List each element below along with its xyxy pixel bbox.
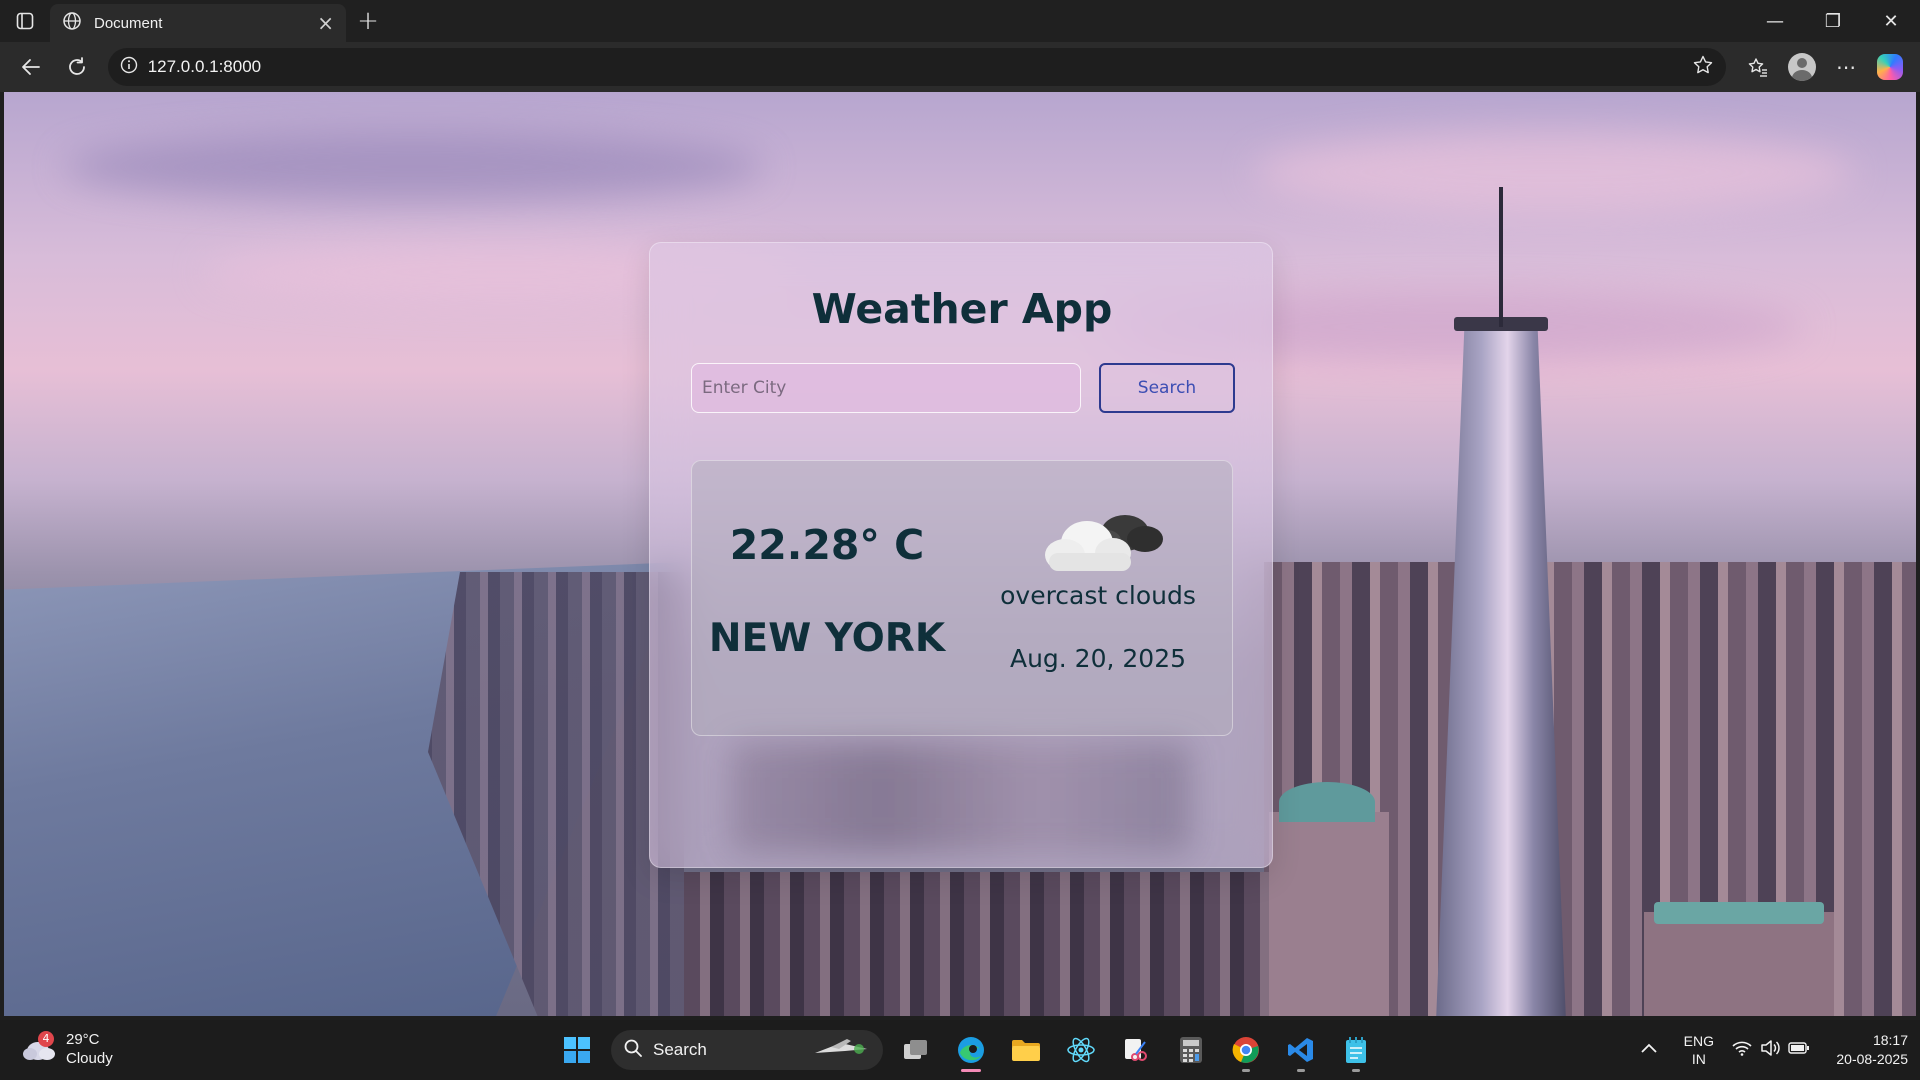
background-roof <box>1654 902 1824 924</box>
task-view-icon[interactable] <box>891 1028 941 1072</box>
tab-title: Document <box>94 14 163 32</box>
background-building <box>1644 912 1834 1016</box>
background-blur-reflection <box>730 743 1190 853</box>
tab-close-icon[interactable]: × <box>317 13 334 33</box>
taskbar-search[interactable]: Search <box>611 1030 883 1070</box>
edge-browser-icon[interactable] <box>946 1028 996 1072</box>
background-city-center <box>684 872 1284 1016</box>
volume-icon[interactable] <box>1760 1039 1780 1062</box>
clock-time: 18:17 <box>1872 1032 1908 1048</box>
address-bar[interactable]: 127.0.0.1:8000 <box>107 48 1727 86</box>
weather-app-container: Weather App Search 22.28° C NEW YORK ove… <box>649 242 1273 868</box>
profile-avatar[interactable] <box>1780 49 1824 85</box>
region-code: IN <box>1691 1051 1706 1067</box>
taskbar-weather-temp: 29°C <box>66 1031 100 1048</box>
new-tab-icon[interactable]: + <box>346 6 390 36</box>
taskbar: 4 29°C Cloudy Search ENG IN 18:17 20-08-… <box>0 1020 1920 1080</box>
site-info-icon[interactable] <box>120 56 138 79</box>
globe-icon <box>62 11 82 35</box>
refresh-icon[interactable] <box>54 49 100 85</box>
taskbar-weather-desc: Cloudy <box>66 1050 113 1067</box>
weather-result-card: 22.28° C NEW YORK overcast clouds Aug. 2… <box>691 460 1233 736</box>
file-explorer-icon[interactable] <box>1001 1028 1051 1072</box>
clock[interactable]: 18:17 20-08-2025 <box>1828 1031 1908 1069</box>
calculator-icon[interactable] <box>1166 1028 1216 1072</box>
vscode-icon[interactable] <box>1276 1028 1326 1072</box>
taskbar-search-label: Search <box>653 1040 707 1059</box>
search-icon <box>623 1038 643 1063</box>
windows-start-icon[interactable] <box>552 1028 602 1072</box>
search-button[interactable]: Search <box>1099 363 1235 413</box>
clock-date: 20-08-2025 <box>1836 1051 1908 1067</box>
notepad-icon[interactable] <box>1331 1028 1381 1072</box>
search-highlight-icon <box>811 1035 871 1066</box>
tab-actions-icon[interactable] <box>0 0 50 42</box>
browser-titlebar: Document × + — ❐ ✕ <box>0 0 1920 42</box>
snipping-tool-icon[interactable] <box>1111 1028 1161 1072</box>
copilot-icon[interactable] <box>1868 49 1912 85</box>
background-cloud <box>64 132 764 202</box>
react-icon[interactable] <box>1056 1028 1106 1072</box>
overcast-clouds-icon <box>1037 503 1167 577</box>
page-viewport: Weather App Search 22.28° C NEW YORK ove… <box>4 92 1916 1016</box>
background-spire <box>1499 187 1503 327</box>
language-indicator[interactable]: ENG IN <box>1684 1032 1714 1068</box>
city-search-input[interactable] <box>691 363 1081 413</box>
notification-badge: 4 <box>38 1031 54 1047</box>
taskbar-apps: Search <box>552 1028 1386 1072</box>
window-controls: — ❐ ✕ <box>1746 0 1920 42</box>
more-options-icon[interactable]: ⋯ <box>1824 49 1868 85</box>
cloudy-icon: 4 <box>22 1031 56 1061</box>
favorite-star-icon[interactable] <box>1692 54 1714 81</box>
minimize-icon[interactable]: — <box>1746 0 1804 42</box>
language-code: ENG <box>1683 1033 1714 1049</box>
background-skyscraper <box>1436 322 1566 1016</box>
temperature-value: 22.28° C <box>729 521 925 569</box>
background-dome <box>1279 782 1375 822</box>
wifi-icon[interactable] <box>1732 1040 1752 1061</box>
app-title: Weather App <box>811 285 1113 333</box>
close-window-icon[interactable]: ✕ <box>1862 0 1920 42</box>
battery-icon[interactable] <box>1788 1041 1810 1060</box>
browser-tab[interactable]: Document × <box>50 4 346 42</box>
back-icon[interactable] <box>8 49 54 85</box>
weather-date: Aug. 20, 2025 <box>1009 644 1187 673</box>
taskbar-weather-widget[interactable]: 4 29°C Cloudy <box>22 1030 113 1068</box>
system-tray: ENG IN 18:17 20-08-2025 <box>1640 1028 1908 1072</box>
toolbar-right: ⋯ <box>1736 49 1912 85</box>
favorites-icon[interactable] <box>1736 49 1780 85</box>
chevron-up-icon[interactable] <box>1640 1041 1658 1059</box>
restore-icon[interactable]: ❐ <box>1804 0 1862 42</box>
address-bar-row: 127.0.0.1:8000 ⋯ <box>0 42 1920 92</box>
city-name: NEW YORK <box>708 616 946 661</box>
background-building <box>1269 812 1389 1016</box>
background-cloud <box>1254 132 1854 212</box>
url-text[interactable]: 127.0.0.1:8000 <box>148 57 1692 77</box>
weather-description: overcast clouds <box>1000 581 1196 610</box>
chrome-icon[interactable] <box>1221 1028 1271 1072</box>
